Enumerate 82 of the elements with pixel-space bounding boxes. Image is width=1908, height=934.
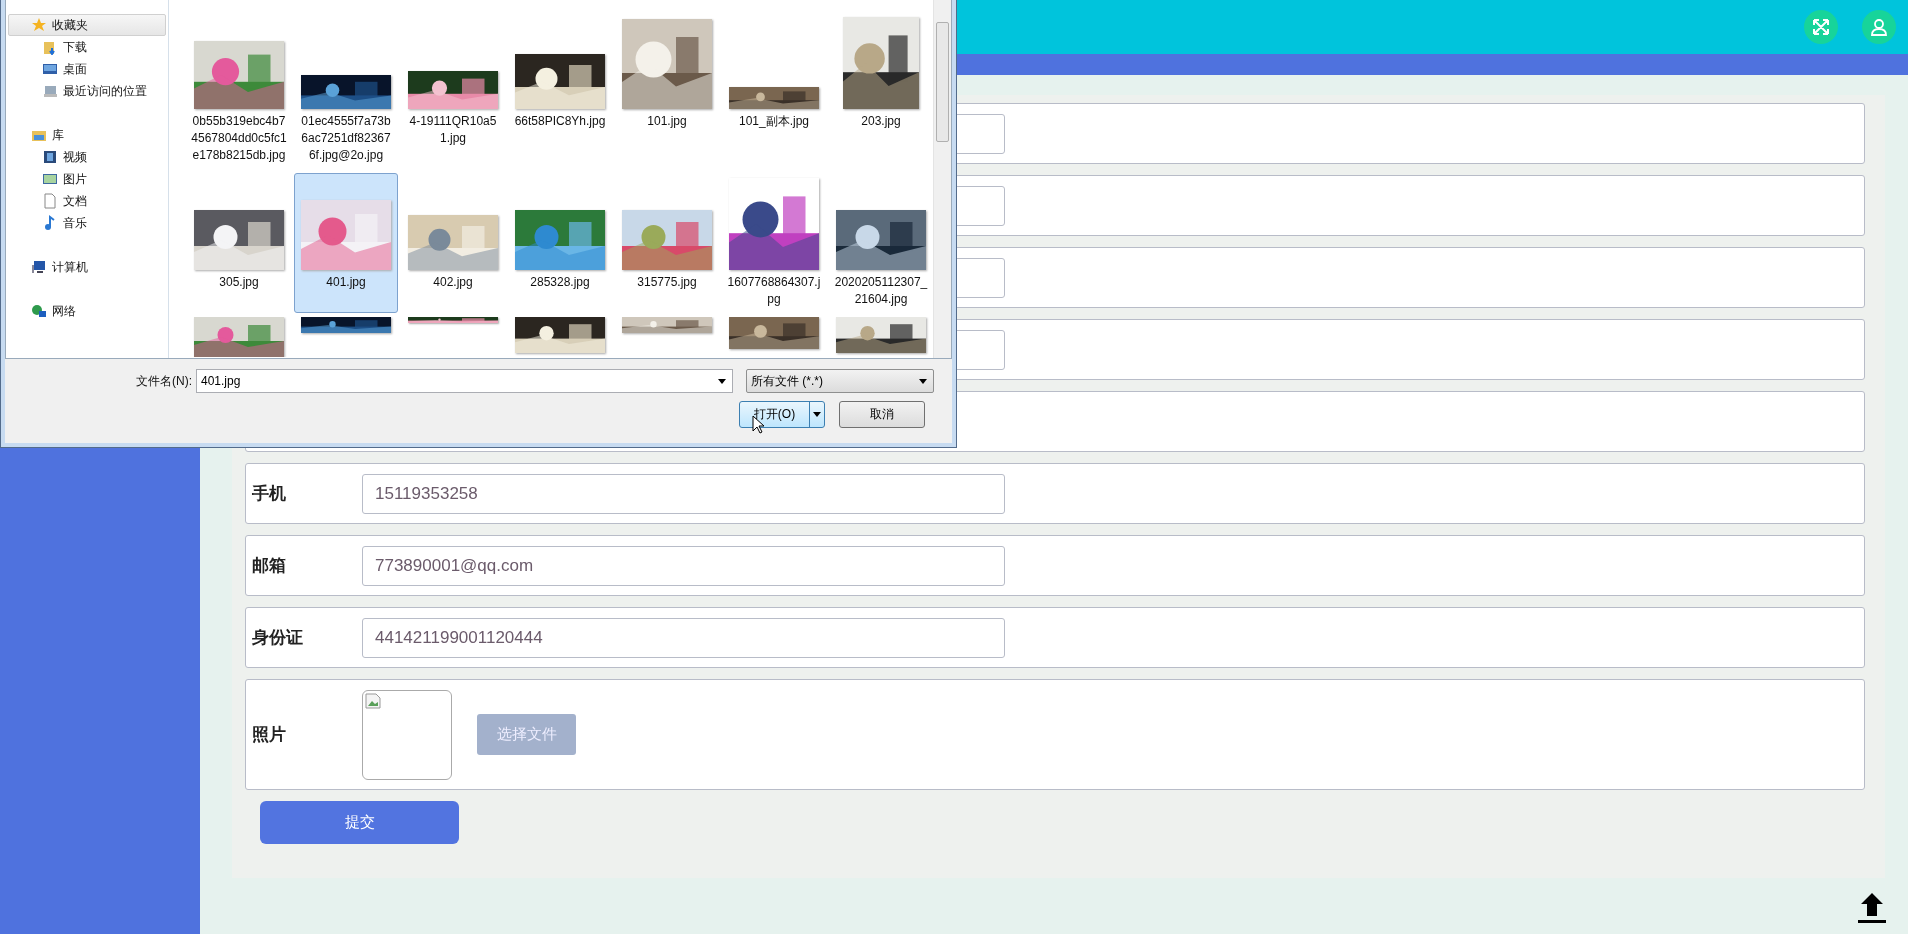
file-item[interactable]: 305.jpg <box>187 173 291 313</box>
file-item[interactable]: 315775.jpg <box>615 173 719 313</box>
nav-item[interactable]: 文档 <box>8 190 166 212</box>
broken-image-icon <box>365 692 381 709</box>
caret-icon <box>919 378 927 384</box>
caret-icon <box>813 412 821 417</box>
file-item[interactable]: 66t58PIC8Yh.jpg <box>508 12 612 169</box>
nav-item[interactable]: 下载 <box>8 36 166 58</box>
input-field[interactable]: 15119353258 <box>362 473 1005 514</box>
file-name: 203.jpg <box>860 113 902 130</box>
nav-label: 收藏夹 <box>52 16 88 34</box>
file-item[interactable]: 203.jpg <box>829 12 933 169</box>
file-item[interactable]: 101.jpg <box>615 12 719 169</box>
file-item[interactable]: 401.jpg <box>294 173 398 313</box>
nav-item[interactable]: 音乐 <box>8 212 166 234</box>
file-name: 01ec4555f7a73b6ac7251df823676f.jpg@2o.jpg <box>300 113 392 164</box>
file-name: 101_副本.jpg <box>737 113 810 130</box>
file-type-value: 所有文件 (*.*) <box>751 372 823 390</box>
nav-label: 网络 <box>52 302 76 320</box>
computer-icon <box>31 259 47 275</box>
fullscreen-icon <box>1812 18 1830 36</box>
nav-item[interactable]: 视频 <box>8 146 166 168</box>
caret-icon <box>718 378 726 384</box>
star-icon <box>31 17 47 33</box>
nav-item[interactable]: 库 <box>8 124 166 146</box>
file-name: 315775.jpg <box>636 274 698 291</box>
input-field[interactable]: 773890001@qq.com <box>362 545 1005 586</box>
nav-label: 图片 <box>63 170 87 188</box>
document-icon <box>42 193 58 209</box>
nav-label: 最近访问的位置 <box>63 82 147 100</box>
file-item[interactable]: 1607768864307.jpg <box>722 173 826 313</box>
nav-label: 音乐 <box>63 214 87 232</box>
file-item[interactable]: 101_副本.jpg <box>722 12 826 169</box>
network-icon <box>31 303 47 319</box>
nav-label: 下载 <box>63 38 87 56</box>
fullscreen-button[interactable] <box>1804 10 1838 44</box>
nav-label: 桌面 <box>63 60 87 78</box>
file-item[interactable]: 0b55b319ebc4b74567804dd0c5fc1e178b8215db.jpg <box>187 12 291 169</box>
nav-item[interactable]: 桌面 <box>8 58 166 80</box>
filename-field[interactable]: 401.jpg <box>196 369 733 393</box>
nav-item[interactable]: 收藏夹 <box>8 14 166 36</box>
nav-label: 计算机 <box>52 258 88 276</box>
file-name: 2020205112307_21604.jpg <box>833 274 929 308</box>
folder-icon <box>42 39 58 55</box>
file-name: 1607768864307.jpg <box>726 274 822 308</box>
film-icon <box>42 149 58 165</box>
nav-item[interactable]: 网络 <box>8 300 166 322</box>
file-name: 101.jpg <box>646 113 688 130</box>
file-name: 285328.jpg <box>529 274 591 291</box>
file-name: 66t58PIC8Yh.jpg <box>513 113 607 130</box>
file-item[interactable]: 01ec4555f7a73b6ac7251df823676f.jpg@2o.jpg <box>294 12 398 169</box>
submit-button[interactable]: 提交 <box>260 801 459 844</box>
file-name: 402.jpg <box>432 274 474 291</box>
nav-item[interactable]: 图片 <box>8 168 166 190</box>
user-button[interactable] <box>1862 10 1896 44</box>
nav-label: 视频 <box>63 148 87 166</box>
nav-label: 库 <box>52 126 64 144</box>
field-label: 手机 <box>251 483 287 505</box>
filename-value: 401.jpg <box>201 374 241 388</box>
nav-label: 文档 <box>63 192 87 210</box>
field-label: 照片 <box>251 724 287 746</box>
image-icon <box>42 171 58 187</box>
file-name: 401.jpg <box>325 274 367 291</box>
computer-icon <box>42 83 58 99</box>
file-name: 0b55b319ebc4b74567804dd0c5fc1e178b8215db.jpg <box>191 113 287 164</box>
field-label: 身份证 <box>251 627 304 649</box>
file-name: 305.jpg <box>218 274 260 291</box>
filename-label: 文件名(N): <box>135 372 193 390</box>
file-item[interactable]: 402.jpg <box>401 173 505 313</box>
user-icon <box>1870 18 1888 36</box>
nav-item[interactable]: 计算机 <box>8 256 166 278</box>
monitor-icon <box>42 61 58 77</box>
file-type-select[interactable]: 所有文件 (*.*) <box>746 369 934 393</box>
nav-item[interactable]: 最近访问的位置 <box>8 80 166 102</box>
file-name: 4-19111QR10a51.jpg <box>408 113 498 147</box>
input-field[interactable]: 441421199001120444 <box>362 617 1005 658</box>
file-item[interactable]: 2020205112307_21604.jpg <box>829 173 933 313</box>
file-item[interactable]: 4-19111QR10a51.jpg <box>401 12 505 169</box>
file-item[interactable]: 285328.jpg <box>508 173 612 313</box>
cancel-button[interactable]: 取消 <box>839 401 925 428</box>
field-label: 邮箱 <box>251 555 287 577</box>
scrollbar[interactable] <box>933 0 951 358</box>
